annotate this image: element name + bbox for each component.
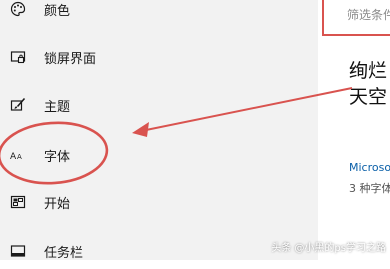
sidebar-item-taskbar[interactable]: 任务栏 xyxy=(0,233,300,269)
settings-sidebar: 颜色 锁屏界面 主题 AA 字体 开始 任务栏 xyxy=(0,0,318,261)
palette-icon xyxy=(9,0,27,18)
start-menu-icon xyxy=(9,193,27,211)
sidebar-item-label: 颜色 xyxy=(44,3,71,19)
watermark: 头条 @小黑的ps学习之路 xyxy=(271,243,386,254)
font-icon: AA xyxy=(9,146,27,164)
filter-highlight-box: 筛选条件 xyxy=(322,0,390,36)
sidebar-item-start[interactable]: 开始 xyxy=(0,184,300,220)
sidebar-item-colors[interactable]: 颜色 xyxy=(0,0,300,27)
font-preview-text[interactable]: 绚烂 xyxy=(349,56,387,83)
svg-text:A: A xyxy=(10,152,17,162)
sidebar-item-label: 锁屏界面 xyxy=(44,51,97,67)
filter-input[interactable]: 筛选条件 xyxy=(347,6,390,23)
sidebar-item-themes[interactable]: 主题 xyxy=(0,87,300,123)
lock-screen-icon xyxy=(9,48,27,66)
sidebar-item-lock-screen[interactable]: 锁屏界面 xyxy=(0,39,300,75)
font-family-name[interactable]: Microsoft xyxy=(349,161,390,174)
sidebar-item-label: 字体 xyxy=(44,149,71,165)
theme-brush-icon xyxy=(9,96,27,114)
fonts-content-pane: 筛选条件 绚烂 天空 Microsoft 3 种字体 xyxy=(318,0,390,260)
sidebar-item-fonts[interactable]: AA 字体 xyxy=(0,137,300,173)
sidebar-item-label: 任务栏 xyxy=(44,245,84,261)
svg-text:A: A xyxy=(17,153,22,161)
sidebar-item-label: 开始 xyxy=(44,196,71,212)
font-count: 3 种字体 xyxy=(349,182,390,195)
font-preview-text[interactable]: 天空 xyxy=(349,82,387,109)
sidebar-item-label: 主题 xyxy=(44,99,71,115)
taskbar-icon xyxy=(9,242,27,260)
